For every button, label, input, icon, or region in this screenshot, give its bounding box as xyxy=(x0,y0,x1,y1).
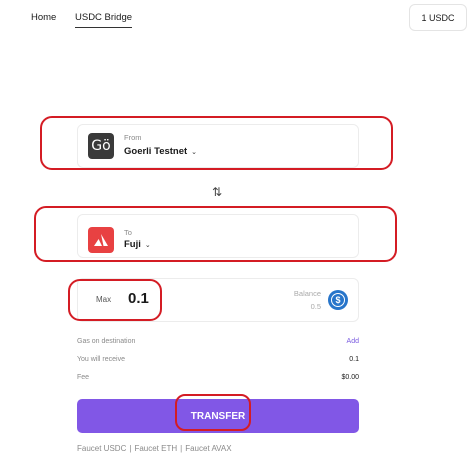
nav-usdc-bridge[interactable]: USDC Bridge xyxy=(75,12,133,28)
usdc-balance-button[interactable]: 1 USDC xyxy=(409,4,467,31)
fee-label: Fee xyxy=(77,374,90,381)
transfer-label: TRANSFER xyxy=(190,410,246,422)
chevron-down-icon: ⌄ xyxy=(144,241,151,249)
separator: | xyxy=(129,444,132,453)
max-button[interactable]: Max xyxy=(96,295,111,304)
balance-label: Balance xyxy=(293,289,321,298)
from-caption: From xyxy=(124,133,142,142)
from-network-name: Goerli Testnet xyxy=(124,146,188,157)
to-network-card[interactable]: To Fuji ⌄ xyxy=(77,214,359,258)
goerli-icon: Gö xyxy=(88,133,114,159)
gas-label: Gas on destination xyxy=(77,338,136,345)
usdc-icon: $ xyxy=(328,290,348,310)
balance-value: 0.5 xyxy=(310,302,321,311)
to-network-select[interactable]: Fuji ⌄ xyxy=(124,239,151,250)
chevron-down-icon: ⌄ xyxy=(191,148,198,156)
avalanche-icon xyxy=(88,227,114,253)
from-network-select[interactable]: Goerli Testnet ⌄ xyxy=(124,146,197,157)
faucet-avax-link[interactable]: Faucet AVAX xyxy=(185,444,231,453)
faucet-eth-link[interactable]: Faucet ETH xyxy=(134,444,177,453)
nav-home[interactable]: Home xyxy=(31,12,56,27)
faucet-usdc-link[interactable]: Faucet USDC xyxy=(77,444,126,453)
amount-card: Max 0.1 Balance 0.5 $ xyxy=(77,278,359,322)
to-network-name: Fuji xyxy=(124,239,141,250)
faucet-links: Faucet USDC | Faucet ETH | Faucet AVAX xyxy=(77,444,232,453)
from-network-card[interactable]: Gö From Goerli Testnet ⌄ xyxy=(77,124,359,168)
separator: | xyxy=(180,444,183,453)
gas-add-link[interactable]: Add xyxy=(319,338,359,345)
fee-value: $0.00 xyxy=(341,374,359,381)
receive-value: 0.1 xyxy=(349,356,359,363)
receive-label: You will receive xyxy=(77,356,125,363)
to-caption: To xyxy=(124,228,132,237)
transfer-button[interactable]: TRANSFER xyxy=(77,399,359,433)
swap-direction-icon[interactable]: ⇅ xyxy=(210,185,224,199)
amount-input[interactable]: 0.1 xyxy=(128,290,149,307)
